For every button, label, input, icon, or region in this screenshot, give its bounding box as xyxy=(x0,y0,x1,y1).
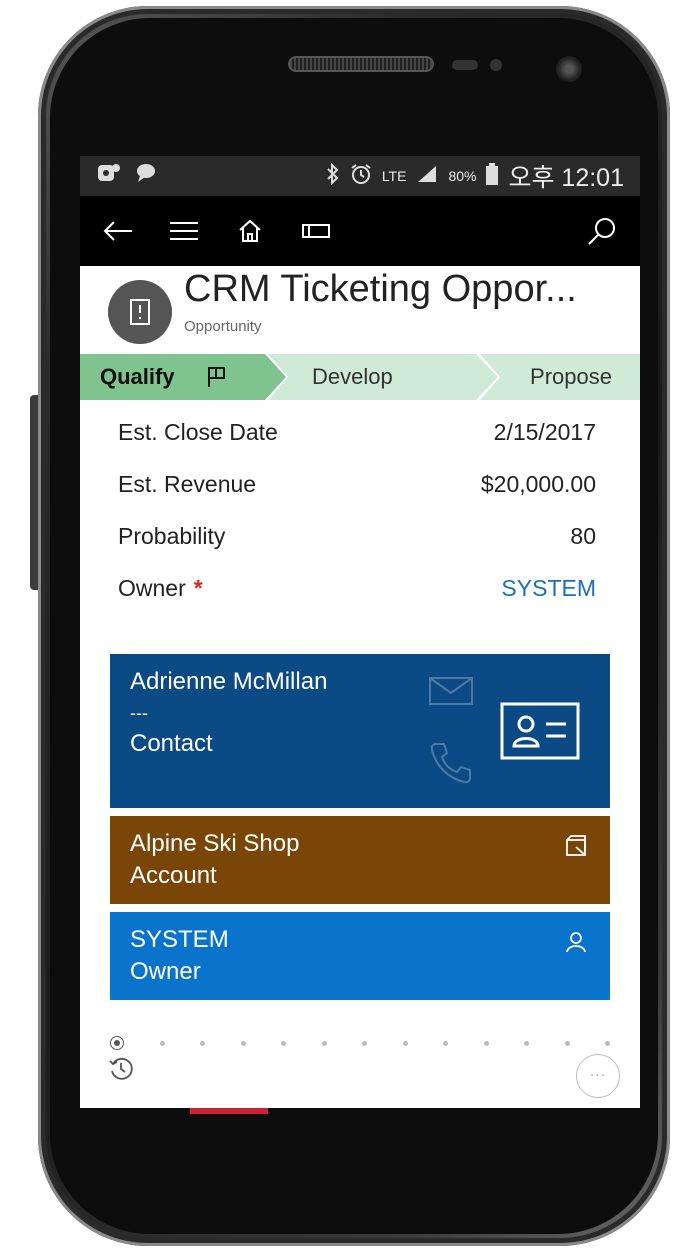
stage-label: Qualify xyxy=(100,364,175,389)
page-dot[interactable] xyxy=(402,1040,408,1046)
status-bar: LTE 80% 오후 12:01 xyxy=(80,156,640,196)
page-dot[interactable] xyxy=(564,1040,570,1046)
contact-name: Adrienne McMillan xyxy=(130,668,328,695)
owner-type: Owner xyxy=(130,958,201,985)
owner-name: SYSTEM xyxy=(130,926,229,953)
field-label: Est. Close Date xyxy=(118,418,278,445)
page-dot[interactable] xyxy=(281,1040,286,1046)
phone-sensor-dot xyxy=(490,59,502,71)
alarm-icon xyxy=(350,163,372,190)
account-card[interactable]: Alpine Ski Shop Account xyxy=(110,816,610,904)
account-type: Account xyxy=(130,862,217,889)
battery-icon xyxy=(486,162,499,190)
stage-qualify[interactable]: Qualify xyxy=(80,354,286,400)
required-asterisk: * xyxy=(193,574,203,601)
chat-notification-icon xyxy=(134,162,158,190)
home-icon xyxy=(239,219,261,242)
page-dot[interactable] xyxy=(321,1040,327,1046)
back-arrow-icon xyxy=(103,221,132,241)
user-icon xyxy=(564,930,588,959)
page-dot[interactable] xyxy=(159,1040,165,1046)
flag-icon xyxy=(205,365,229,389)
phone-icon[interactable] xyxy=(428,740,474,791)
contact-card[interactable]: Adrienne McMillan --- Contact xyxy=(110,654,610,808)
field-label: Est. Revenue xyxy=(118,470,257,497)
search-icon xyxy=(588,218,615,245)
email-icon[interactable] xyxy=(428,676,474,711)
app-screen: LTE 80% 오후 12:01 CRM Ticketing Oppor... … xyxy=(80,156,640,1108)
field-value: 2/15/2017 xyxy=(493,418,596,445)
page-dot[interactable] xyxy=(443,1040,448,1046)
field-list: Est. Close Date 2/15/2017 Est. Revenue $… xyxy=(80,400,640,614)
page-dot[interactable] xyxy=(200,1040,205,1046)
field-value: 80 xyxy=(570,522,596,549)
back-button[interactable] xyxy=(100,213,136,249)
field-label: Owner xyxy=(118,574,186,601)
more-button[interactable]: ··· xyxy=(576,1054,620,1098)
hamburger-icon xyxy=(170,222,198,240)
field-probability[interactable]: Probability 80 xyxy=(118,510,596,562)
menu-button[interactable] xyxy=(166,213,202,249)
history-icon[interactable] xyxy=(108,1056,134,1086)
stage-label: Develop xyxy=(312,364,393,389)
entity-type-label: Opportunity xyxy=(184,318,262,335)
opportunity-icon xyxy=(108,280,172,344)
stage-label: Propose xyxy=(530,364,612,389)
clock: 오후 12:01 xyxy=(508,164,624,192)
phone-speaker xyxy=(288,56,434,72)
window-icon xyxy=(302,224,330,238)
owner-card[interactable]: SYSTEM Owner xyxy=(110,912,610,1000)
page-dot[interactable] xyxy=(605,1040,610,1046)
related-cards: Adrienne McMillan --- Contact Alpine Ski… xyxy=(110,654,610,1008)
owner-link[interactable]: SYSTEM xyxy=(501,575,596,602)
field-value: $20,000.00 xyxy=(480,470,596,497)
field-close-date[interactable]: Est. Close Date 2/15/2017 xyxy=(118,406,596,458)
account-name: Alpine Ski Shop xyxy=(130,830,300,857)
contact-card-icon xyxy=(500,702,580,765)
page-dot-active[interactable] xyxy=(110,1036,124,1050)
field-label: Probability xyxy=(118,522,226,549)
app-notification-icon xyxy=(96,162,122,190)
record-header: CRM Ticketing Oppor... Opportunity xyxy=(80,266,640,354)
battery-percent: 80% xyxy=(448,168,477,184)
bluetooth-icon xyxy=(326,162,340,190)
phone-sensor xyxy=(452,60,478,70)
stage-develop[interactable]: Develop xyxy=(268,354,498,400)
page-indicator xyxy=(110,1036,610,1050)
page-title: CRM Ticketing Oppor... xyxy=(184,268,577,310)
nav-bar xyxy=(80,196,640,266)
process-stage-bar: Qualify Develop Propose xyxy=(80,354,640,400)
signal-icon xyxy=(416,164,438,189)
search-button[interactable] xyxy=(584,213,620,249)
home-button[interactable] xyxy=(232,213,268,249)
stage-propose[interactable]: Propose xyxy=(480,354,640,400)
screen-edge-strip xyxy=(190,1108,268,1114)
lte-indicator: LTE xyxy=(381,168,407,184)
phone-camera xyxy=(556,56,582,82)
field-owner: Owner * SYSTEM xyxy=(118,562,596,614)
page-dot[interactable] xyxy=(524,1040,529,1046)
page-dot[interactable] xyxy=(483,1040,489,1046)
page-dot[interactable] xyxy=(240,1040,246,1046)
page-dot[interactable] xyxy=(362,1040,367,1046)
field-revenue[interactable]: Est. Revenue $20,000.00 xyxy=(118,458,596,510)
recent-button[interactable] xyxy=(298,213,334,249)
account-icon xyxy=(564,834,588,863)
